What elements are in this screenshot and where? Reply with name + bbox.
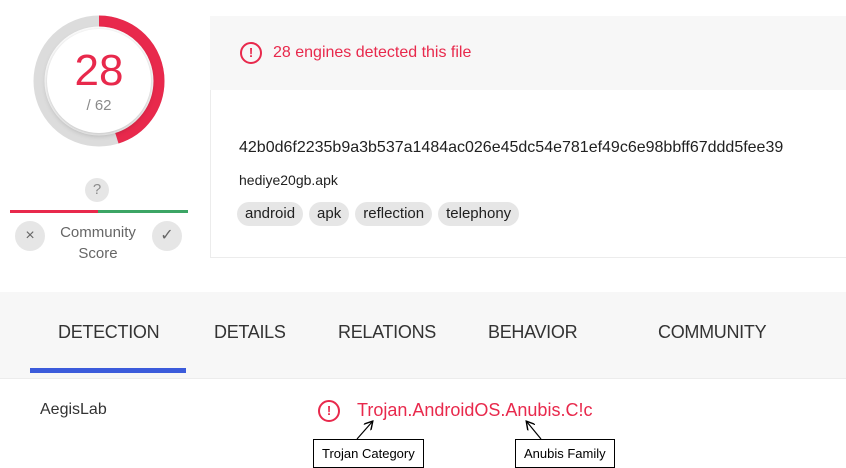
- annotation-arrows: [356, 0, 542, 440]
- trojan-category-label: Trojan Category: [313, 439, 424, 468]
- family-arrow: [527, 422, 542, 440]
- category-arrow: [356, 422, 372, 440]
- anubis-family-label: Anubis Family: [515, 439, 615, 468]
